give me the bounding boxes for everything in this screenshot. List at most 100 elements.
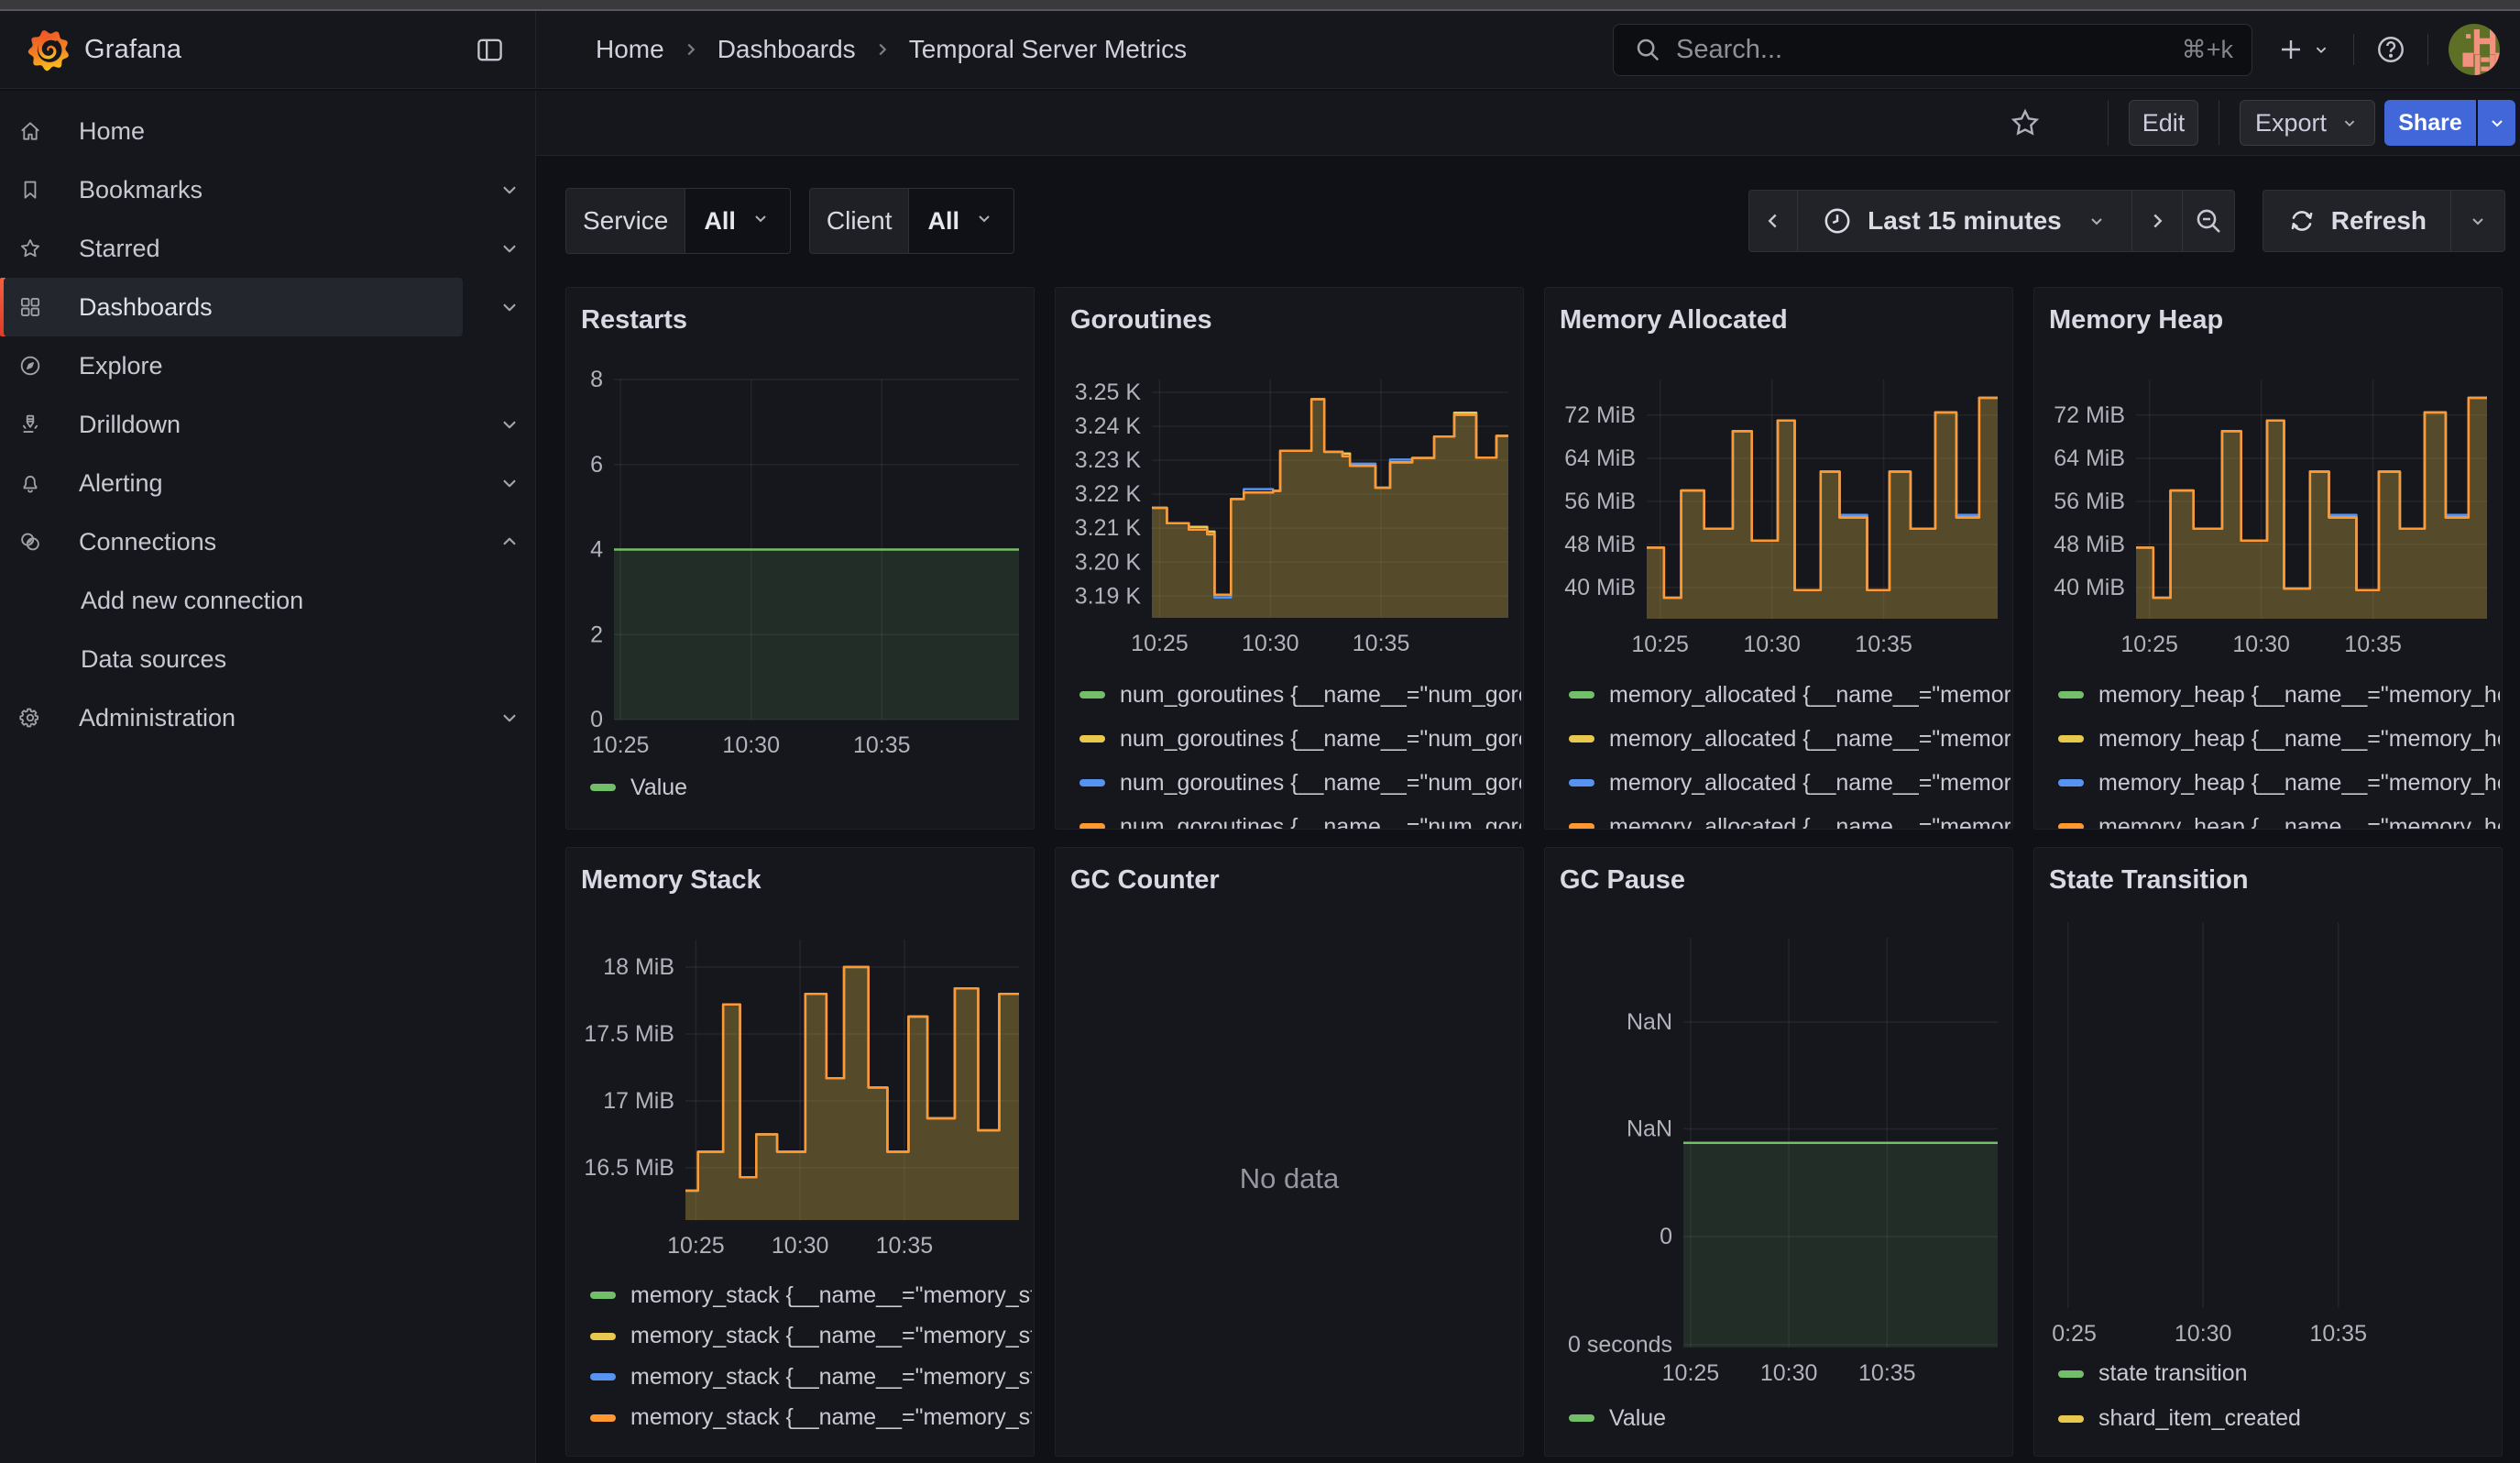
legend-swatch[interactable]: [1569, 823, 1594, 829]
refresh-interval-button[interactable]: [2450, 191, 2504, 251]
legend-swatch[interactable]: [2058, 1415, 2084, 1423]
legend-label[interactable]: memory_heap {__name__="memory_heap", ins…: [2098, 814, 2500, 830]
legend-label[interactable]: memory_heap {__name__="memory_heap", ins…: [2098, 770, 2500, 797]
star-dashboard-button[interactable]: [2005, 103, 2045, 143]
legend-swatch[interactable]: [2058, 779, 2084, 786]
share-menu-button[interactable]: [2476, 100, 2515, 146]
legend-swatch[interactable]: [1079, 691, 1105, 698]
search-input[interactable]: Search... ⌘+k: [1613, 24, 2252, 76]
legend-label[interactable]: memory_stack {__name__="memory_stack", i…: [630, 1364, 1032, 1391]
export-label: Export: [2255, 109, 2327, 138]
time-shift-forward-button[interactable]: [2131, 191, 2182, 251]
chart-legend: state transition shard_item_created: [2058, 1351, 2500, 1456]
legend-label[interactable]: memory_heap {__name__="memory_heap", ins…: [2098, 682, 2500, 709]
chevron-down-icon[interactable]: [491, 171, 528, 208]
filter-value-service[interactable]: All: [685, 189, 790, 253]
add-button[interactable]: [2267, 28, 2340, 72]
sidebar-link-drilldown[interactable]: Drilldown: [4, 395, 463, 454]
x-tick-label: 10:25: [1631, 632, 1689, 657]
sidebar-link-data-sources[interactable]: Data sources: [4, 630, 463, 688]
sidebar-link-dashboards[interactable]: Dashboards: [4, 278, 463, 336]
legend-swatch[interactable]: [1079, 823, 1105, 829]
sidebar-nav: HomeBookmarksStarredDashboardsExploreDri…: [0, 91, 536, 1463]
sidebar-item-dashboards: Dashboards: [0, 278, 535, 336]
sidebar-link-starred[interactable]: Starred: [4, 219, 463, 278]
chevron-up-icon[interactable]: [491, 523, 528, 560]
legend-swatch[interactable]: [1079, 779, 1105, 786]
legend-swatch[interactable]: [1569, 735, 1594, 742]
x-tick-label: 10:35: [1353, 631, 1410, 656]
refresh-label: Refresh: [2331, 206, 2427, 236]
legend-label[interactable]: memory_allocated {__name__="memory_alloc…: [1609, 814, 2011, 830]
x-tick-label: 10:35: [876, 1233, 934, 1259]
legend-label[interactable]: memory_stack {__name__="memory_stack", i…: [630, 1323, 1032, 1349]
legend-swatch[interactable]: [2058, 691, 2084, 698]
time-shift-back-button[interactable]: [1749, 191, 1797, 251]
legend-label[interactable]: shard_item_created: [2098, 1405, 2301, 1432]
sidebar-link-connections[interactable]: Connections: [4, 512, 463, 571]
legend-label[interactable]: Value: [1609, 1405, 1666, 1432]
x-tick-label: 10:25: [2039, 1321, 2097, 1347]
edit-button[interactable]: Edit: [2129, 100, 2198, 146]
refresh-button[interactable]: Refresh: [2263, 191, 2450, 251]
sidebar-link-alerting[interactable]: Alerting: [4, 454, 463, 512]
legend-label[interactable]: state transition: [2098, 1360, 2248, 1387]
x-tick-label: 10:30: [722, 732, 780, 758]
panel-memory-allocated: Memory Allocated40 MiB48 MiB56 MiB64 MiB…: [1544, 287, 2013, 830]
legend-swatch[interactable]: [1569, 691, 1594, 698]
user-avatar[interactable]: [2449, 24, 2500, 75]
y-tick-label: 3.21 K: [1075, 515, 1142, 541]
legend-swatch[interactable]: [1079, 735, 1105, 742]
chevron-down-icon[interactable]: [491, 465, 528, 501]
legend-swatch[interactable]: [2058, 823, 2084, 829]
legend-label[interactable]: memory_heap {__name__="memory_heap", ins…: [2098, 726, 2500, 753]
legend-label[interactable]: Value: [630, 775, 687, 801]
sidebar-item-label: Alerting: [79, 469, 163, 498]
legend-label[interactable]: num_goroutines {__name__="num_goroutines…: [1120, 814, 1521, 830]
breadcrumb-item[interactable]: Dashboards: [718, 35, 856, 64]
sidebar-link-home[interactable]: Home: [4, 102, 463, 160]
legend-label[interactable]: memory_allocated {__name__="memory_alloc…: [1609, 726, 2011, 753]
legend-label[interactable]: memory_stack {__name__="memory_stack", i…: [630, 1404, 1032, 1431]
breadcrumb-item[interactable]: Home: [596, 35, 664, 64]
legend-swatch[interactable]: [2058, 735, 2084, 742]
legend-swatch[interactable]: [590, 1373, 616, 1380]
sidebar-link-bookmarks[interactable]: Bookmarks: [4, 160, 463, 219]
sidebar-link-add-new-connection[interactable]: Add new connection: [4, 571, 463, 630]
export-button[interactable]: Export: [2240, 100, 2375, 146]
legend-label[interactable]: memory_allocated {__name__="memory_alloc…: [1609, 770, 2011, 797]
legend-swatch[interactable]: [590, 1292, 616, 1299]
compass-icon: [18, 354, 42, 378]
legend-label[interactable]: num_goroutines {__name__="num_goroutines…: [1120, 726, 1521, 753]
chevron-down-icon[interactable]: [491, 230, 528, 267]
filter-value-client[interactable]: All: [909, 189, 1013, 253]
chevron-down-icon[interactable]: [491, 289, 528, 325]
legend-swatch[interactable]: [590, 1333, 616, 1340]
sidebar-link-administration[interactable]: Administration: [4, 688, 463, 747]
sidebar-toggle-button[interactable]: [471, 31, 508, 68]
legend-swatch[interactable]: [1569, 1414, 1594, 1422]
legend-swatch[interactable]: [1569, 779, 1594, 786]
legend-label[interactable]: num_goroutines {__name__="num_goroutines…: [1120, 770, 1521, 797]
breadcrumb-item[interactable]: Temporal Server Metrics: [909, 35, 1187, 64]
chevron-down-icon[interactable]: [491, 699, 528, 736]
time-range-picker[interactable]: Last 15 minutes: [1797, 191, 2131, 251]
legend-swatch[interactable]: [590, 1414, 616, 1422]
variable-filters: ServiceAllClientAll: [565, 188, 1014, 254]
zoom-out-button[interactable]: [2182, 191, 2234, 251]
y-tick-label: 0: [1660, 1224, 1672, 1249]
legend-swatch[interactable]: [2058, 1370, 2084, 1378]
time-controls: Last 15 minutes Refresh: [1748, 190, 2505, 252]
legend-label[interactable]: memory_allocated {__name__="memory_alloc…: [1609, 682, 2011, 709]
chevron-down-icon[interactable]: [491, 406, 528, 443]
sidebar-link-explore[interactable]: Explore: [4, 336, 463, 395]
legend-swatch[interactable]: [590, 784, 616, 791]
panel-title[interactable]: GC Counter: [1070, 861, 1508, 899]
share-button[interactable]: Share: [2384, 100, 2476, 146]
legend-label[interactable]: num_goroutines {__name__="num_goroutines…: [1120, 682, 1521, 709]
filter-label-service[interactable]: Service: [566, 189, 685, 253]
x-tick-label: 10:35: [2344, 632, 2402, 657]
legend-label[interactable]: memory_stack {__name__="memory_stack", i…: [630, 1282, 1032, 1309]
filter-label-client[interactable]: Client: [810, 189, 910, 253]
help-button[interactable]: [2367, 28, 2415, 72]
